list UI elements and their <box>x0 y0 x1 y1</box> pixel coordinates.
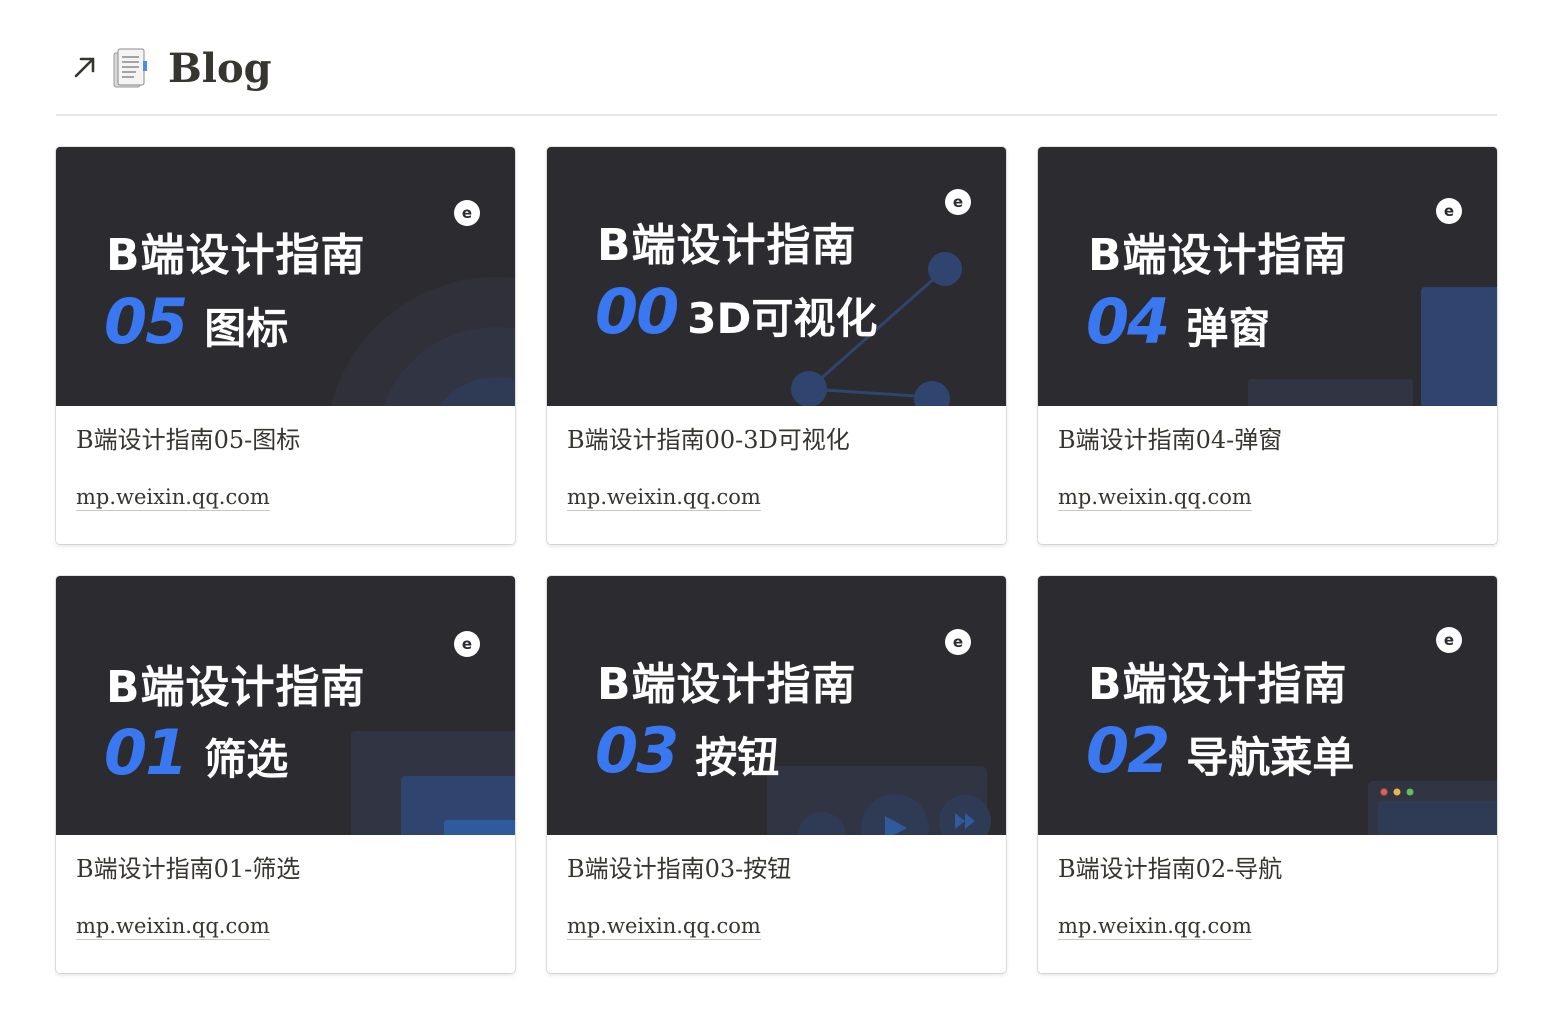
cover-logo-icon: e <box>1436 627 1462 653</box>
card-cover-image: e B端设计指南 04 弹窗 <box>1038 147 1497 406</box>
cover-headline: B端设计指南 <box>597 220 857 271</box>
cover-logo-icon: e <box>1436 198 1462 224</box>
card-cover-image: e B端设计指南 01 筛选 <box>56 576 515 835</box>
bookmark-card[interactable]: e B端设计指南 03 按钮 B端设计指南03-按钮 mp.weixin.qq.… <box>547 576 1006 973</box>
cover-logo-icon: e <box>454 200 480 226</box>
cover-topic: 按钮 <box>695 733 780 782</box>
card-cover-image: e B端设计指南 03 按钮 <box>547 576 1006 835</box>
cover-topic: 图标 <box>204 304 289 353</box>
cover-headline: B端设计指南 <box>106 230 366 281</box>
card-title[interactable]: B端设计指南04-弹窗 <box>1058 424 1282 456</box>
bookmark-card[interactable]: e B端设计指南 00 3D可视化 B端设计指南00-3D可视化 mp.weix… <box>547 147 1006 544</box>
bookmark-card[interactable]: e B端设计指南 05 图标 B端设计指南05-图标 mp.weixin.qq.… <box>56 147 515 544</box>
card-domain-link[interactable]: mp.weixin.qq.com <box>76 913 270 940</box>
cover-headline: B端设计指南 <box>106 662 366 713</box>
cover-number: 05 <box>104 285 188 358</box>
document-icon <box>113 48 147 88</box>
card-title[interactable]: B端设计指南01-筛选 <box>76 853 300 885</box>
card-title[interactable]: B端设计指南00-3D可视化 <box>567 424 850 456</box>
card-cover-image: e B端设计指南 00 3D可视化 <box>547 147 1006 406</box>
cover-number: 04 <box>1086 285 1170 358</box>
card-domain-link[interactable]: mp.weixin.qq.com <box>1058 913 1252 940</box>
card-domain-link[interactable]: mp.weixin.qq.com <box>567 484 761 511</box>
cover-headline: B端设计指南 <box>1088 659 1348 710</box>
cover-number: 03 <box>595 714 679 787</box>
card-domain-link[interactable]: mp.weixin.qq.com <box>1058 484 1252 511</box>
cover-subline: 03 按钮 <box>595 714 779 787</box>
cover-subline: 05 图标 <box>104 285 288 358</box>
card-title[interactable]: B端设计指南02-导航 <box>1058 853 1282 885</box>
card-domain-link[interactable]: mp.weixin.qq.com <box>76 484 270 511</box>
cover-logo-icon: e <box>945 189 971 215</box>
card-domain-link[interactable]: mp.weixin.qq.com <box>567 913 761 940</box>
cover-topic: 弹窗 <box>1186 304 1271 353</box>
cover-subline: 02 导航菜单 <box>1086 714 1354 787</box>
cover-subline: 04 弹窗 <box>1086 285 1270 358</box>
cover-topic: 3D可视化 <box>687 294 878 343</box>
bookmark-card[interactable]: e B端设计指南 02 导航菜单 B端设计指南02-导航 mp.weixin.q… <box>1038 576 1497 973</box>
cover-logo-icon: e <box>945 629 971 655</box>
bookmark-card[interactable]: e B端设计指南 04 弹窗 B端设计指南04-弹窗 mp.weixin.qq.… <box>1038 147 1497 544</box>
cover-subline: 00 3D可视化 <box>595 275 877 348</box>
section-title[interactable]: Blog <box>168 40 272 98</box>
cover-headline: B端设计指南 <box>1088 230 1348 281</box>
card-title[interactable]: B端设计指南05-图标 <box>76 424 300 456</box>
cover-subline: 01 筛选 <box>104 716 288 789</box>
card-title[interactable]: B端设计指南03-按钮 <box>567 853 791 885</box>
arrow-up-right-icon[interactable] <box>72 54 98 80</box>
bookmark-card[interactable]: e B端设计指南 01 筛选 B端设计指南01-筛选 mp.weixin.qq.… <box>56 576 515 973</box>
card-cover-image: e B端设计指南 05 图标 <box>56 147 515 406</box>
cover-topic: 导航菜单 <box>1186 733 1355 782</box>
cover-number: 00 <box>595 275 679 348</box>
card-cover-image: e B端设计指南 02 导航菜单 <box>1038 576 1497 835</box>
cover-logo-icon: e <box>454 631 480 657</box>
cover-number: 01 <box>104 716 188 789</box>
cover-headline: B端设计指南 <box>597 659 857 710</box>
cover-number: 02 <box>1086 714 1170 787</box>
section-header: Blog <box>56 38 1497 116</box>
cover-topic: 筛选 <box>204 735 289 784</box>
